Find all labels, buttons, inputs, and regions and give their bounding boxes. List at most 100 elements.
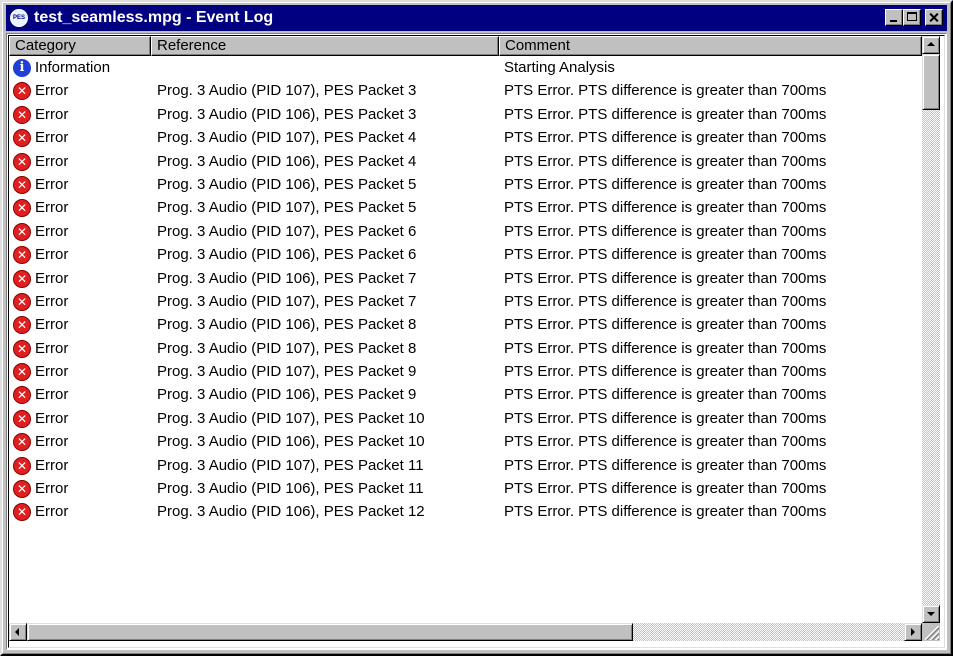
error-icon: ✕ xyxy=(13,269,31,288)
category-cell: Error xyxy=(35,503,69,521)
comment-cell: PTS Error. PTS difference is greater tha… xyxy=(504,246,827,264)
comment-cell: PTS Error. PTS difference is greater tha… xyxy=(504,292,827,310)
category-cell: Error xyxy=(35,433,69,451)
horizontal-scroll-thumb[interactable] xyxy=(27,623,633,641)
reference-cell: Prog. 3 Audio (PID 107), PES Packet 6 xyxy=(157,222,417,240)
table-row[interactable]: ✕ Error Prog. 3 Audio (PID 107), PES Packe… xyxy=(9,337,920,360)
reference-cell: Prog. 3 Audio (PID 107), PES Packet 7 xyxy=(157,292,417,310)
comment-cell: PTS Error. PTS difference is greater tha… xyxy=(504,480,827,498)
category-cell: Error xyxy=(35,339,69,357)
reference-cell: Prog. 3 Audio (PID 106), PES Packet 3 xyxy=(157,105,417,123)
table-row[interactable]: ✕ Error Prog. 3 Audio (PID 106), PES Packe… xyxy=(9,150,920,173)
comment-cell: PTS Error. PTS difference is greater tha… xyxy=(504,339,827,357)
maximize-button[interactable] xyxy=(903,9,921,26)
category-cell: Error xyxy=(35,409,69,427)
vertical-scrollbar[interactable] xyxy=(922,36,940,623)
column-header-category[interactable]: Category xyxy=(9,36,151,56)
table-row[interactable]: ✕ Error Prog. 3 Audio (PID 106), PES Packe… xyxy=(9,430,920,453)
resize-corner[interactable] xyxy=(922,623,940,641)
reference-cell: Prog. 3 Audio (PID 106), PES Packet 4 xyxy=(157,152,417,170)
error-icon: ✕ xyxy=(13,175,31,194)
title-bar[interactable]: PES test_seamless.mpg - Event Log xyxy=(6,5,947,31)
comment-cell: PTS Error. PTS difference is greater tha… xyxy=(504,409,827,427)
error-icon: ✕ xyxy=(13,246,31,265)
table-row[interactable]: ✕ Error Prog. 3 Audio (PID 106), PES Packe… xyxy=(9,267,920,290)
arrow-left-icon xyxy=(15,628,19,636)
comment-cell: PTS Error. PTS difference is greater tha… xyxy=(504,386,827,404)
reference-cell: Prog. 3 Audio (PID 106), PES Packet 8 xyxy=(157,316,417,334)
category-cell: Error xyxy=(35,152,69,170)
table-row[interactable]: ✕ Error Prog. 3 Audio (PID 107), PES Packe… xyxy=(9,290,920,313)
category-cell: Error xyxy=(35,292,69,310)
comment-cell: PTS Error. PTS difference is greater tha… xyxy=(504,222,827,240)
arrow-down-icon xyxy=(927,612,935,616)
table-row[interactable]: ✕ Error Prog. 3 Audio (PID 107), PES Packe… xyxy=(9,220,920,243)
comment-cell: Starting Analysis xyxy=(504,59,615,76)
category-cell: Error xyxy=(35,222,69,240)
error-icon: ✕ xyxy=(13,316,31,335)
arrow-right-icon xyxy=(911,628,915,636)
table-row[interactable]: ✕ Error Prog. 3 Audio (PID 106), PES Packe… xyxy=(9,173,920,196)
reference-cell: Prog. 3 Audio (PID 106), PES Packet 11 xyxy=(157,480,424,498)
category-cell: Error xyxy=(35,82,69,100)
comment-cell: PTS Error. PTS difference is greater tha… xyxy=(504,433,827,451)
table-row[interactable]: ✕ Error Prog. 3 Audio (PID 107), PES Packe… xyxy=(9,126,920,149)
category-cell: Error xyxy=(35,480,69,498)
error-icon: ✕ xyxy=(13,129,31,148)
reference-cell: Prog. 3 Audio (PID 106), PES Packet 5 xyxy=(157,175,417,193)
error-icon: ✕ xyxy=(13,503,31,522)
scroll-right-button[interactable] xyxy=(904,623,922,641)
reference-cell: Prog. 3 Audio (PID 107), PES Packet 10 xyxy=(157,409,425,427)
vertical-scroll-thumb[interactable] xyxy=(922,54,940,110)
table-row[interactable]: i Information Starting Analysis xyxy=(9,56,920,79)
table-row[interactable]: ✕ Error Prog. 3 Audio (PID 107), PES Packe… xyxy=(9,79,920,102)
table-row[interactable]: ✕ Error Prog. 3 Audio (PID 106), PES Packe… xyxy=(9,103,920,126)
error-icon: ✕ xyxy=(13,152,31,171)
column-header-bar: Category Reference Comment xyxy=(9,36,922,56)
error-icon: ✕ xyxy=(13,433,31,452)
size-grip-icon[interactable] xyxy=(925,626,939,640)
table-row[interactable]: ✕ Error Prog. 3 Audio (PID 107), PES Packe… xyxy=(9,407,920,430)
scroll-left-button[interactable] xyxy=(9,623,27,641)
horizontal-scrollbar[interactable] xyxy=(9,623,922,641)
event-list[interactable]: Category Reference Comment i Information S… xyxy=(6,33,947,650)
error-icon: ✕ xyxy=(13,480,31,499)
table-row[interactable]: ✕ Error Prog. 3 Audio (PID 107), PES Packe… xyxy=(9,454,920,477)
error-icon: ✕ xyxy=(13,105,31,124)
table-row[interactable]: ✕ Error Prog. 3 Audio (PID 106), PES Packe… xyxy=(9,477,920,500)
category-cell: Error xyxy=(35,386,69,404)
minimize-button[interactable] xyxy=(885,9,903,26)
error-icon: ✕ xyxy=(13,292,31,311)
column-header-reference[interactable]: Reference xyxy=(151,36,499,56)
column-header-comment[interactable]: Comment xyxy=(499,36,922,56)
table-row[interactable]: ✕ Error Prog. 3 Audio (PID 107), PES Packe… xyxy=(9,360,920,383)
error-icon: ✕ xyxy=(13,456,31,475)
close-button[interactable] xyxy=(925,9,943,26)
category-cell: Error xyxy=(35,246,69,264)
table-row[interactable]: ✕ Error Prog. 3 Audio (PID 106), PES Packe… xyxy=(9,500,920,523)
error-icon: ✕ xyxy=(13,409,31,428)
comment-cell: PTS Error. PTS difference is greater tha… xyxy=(504,82,827,100)
table-row[interactable]: ✕ Error Prog. 3 Audio (PID 106), PES Packe… xyxy=(9,243,920,266)
comment-cell: PTS Error. PTS difference is greater tha… xyxy=(504,363,827,381)
error-icon: ✕ xyxy=(13,199,31,218)
comment-cell: PTS Error. PTS difference is greater tha… xyxy=(504,152,827,170)
comment-cell: PTS Error. PTS difference is greater tha… xyxy=(504,316,827,334)
category-cell: Information xyxy=(35,59,111,76)
table-row[interactable]: ✕ Error Prog. 3 Audio (PID 107), PES Packe… xyxy=(9,196,920,219)
scroll-up-button[interactable] xyxy=(922,36,940,54)
table-row[interactable]: ✕ Error Prog. 3 Audio (PID 106), PES Packe… xyxy=(9,383,920,406)
comment-cell: PTS Error. PTS difference is greater tha… xyxy=(504,456,827,474)
category-cell: Error xyxy=(35,105,69,123)
comment-cell: PTS Error. PTS difference is greater tha… xyxy=(504,199,827,217)
error-icon: ✕ xyxy=(13,222,31,241)
event-rows: i Information Starting Analysis ✕ Error Prog.… xyxy=(9,56,920,524)
reference-cell: Prog. 3 Audio (PID 106), PES Packet 9 xyxy=(157,386,417,404)
reference-cell: Prog. 3 Audio (PID 107), PES Packet 11 xyxy=(157,456,424,474)
table-row[interactable]: ✕ Error Prog. 3 Audio (PID 106), PES Packe… xyxy=(9,313,920,336)
reference-cell: Prog. 3 Audio (PID 106), PES Packet 12 xyxy=(157,503,425,521)
scroll-down-button[interactable] xyxy=(922,605,940,623)
app-icon[interactable]: PES xyxy=(10,9,28,27)
comment-cell: PTS Error. PTS difference is greater tha… xyxy=(504,105,827,123)
reference-cell: Prog. 3 Audio (PID 107), PES Packet 5 xyxy=(157,199,417,217)
